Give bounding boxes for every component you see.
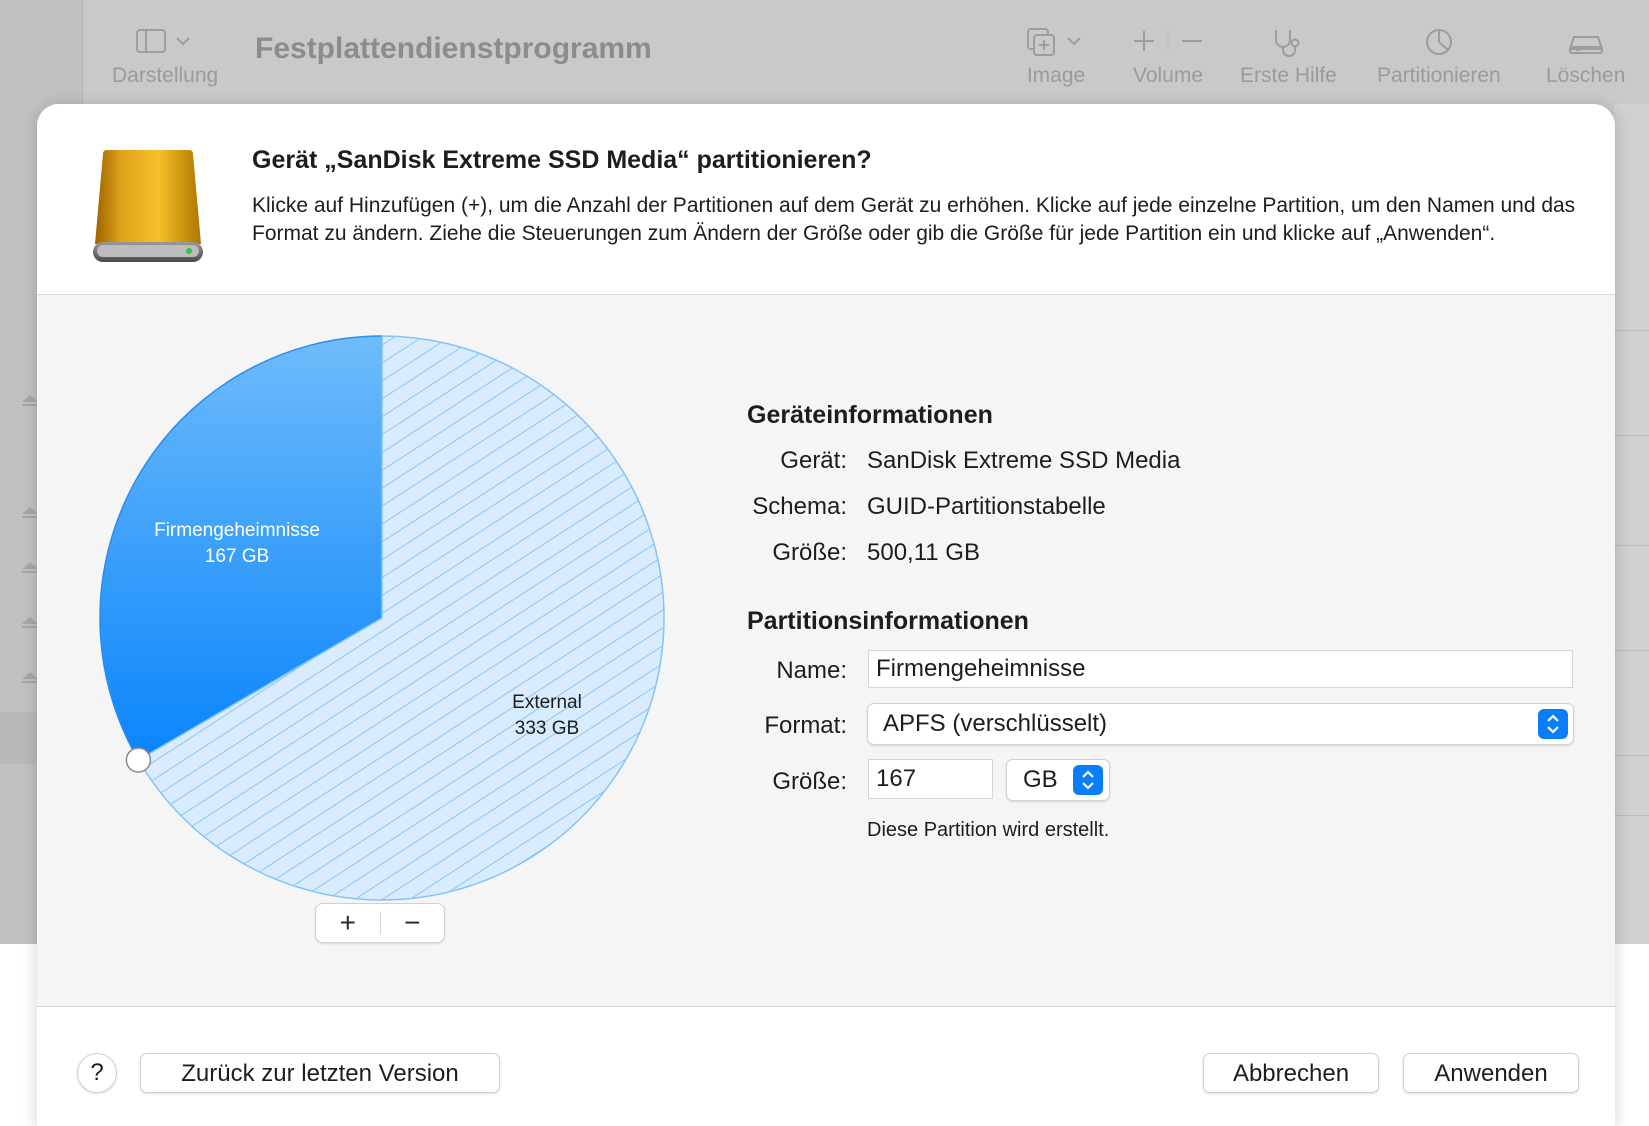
resize-handle[interactable] [125,747,152,773]
toolbar-partition-label: Partitionieren [1377,64,1501,87]
add-partition-button[interactable]: + [316,904,380,942]
window-title: Festplattendienstprogramm [255,32,652,65]
toolbar-partition-button[interactable]: Partitionieren [1377,20,1501,88]
partition-name: External [512,692,582,713]
toolbar-erase-label: Löschen [1546,64,1626,87]
device-label: Gerät: [780,447,847,474]
image-icon [1024,20,1088,64]
stethoscope-icon [1268,20,1308,64]
device-info-heading: Geräteinformationen [747,401,993,429]
apply-button[interactable]: Anwenden [1403,1053,1579,1093]
pie-chart-icon [1419,20,1459,64]
pie-svg[interactable] [97,333,667,903]
partition-status-note: Diese Partition wird erstellt. [867,819,1110,841]
partition-pie-chart[interactable]: Firmengeheimnisse 167 GB External 333 GB [97,333,667,903]
partition-size: 333 GB [514,718,580,739]
toolbar-volume-label: Volume [1132,64,1204,87]
add-remove-partition-control: + − [315,903,445,943]
background-content [1614,104,1649,944]
help-button[interactable]: ? [77,1053,117,1093]
eject-icon[interactable] [22,507,38,518]
divider [1614,815,1649,816]
scheme-value: GUID-Partitionstabelle [867,493,1106,520]
toolbar-view-button[interactable]: Darstellung [112,20,218,88]
name-label: Name: [776,657,847,684]
dialog-footer: ? Zurück zur letzten Version Abbrechen A… [37,1007,1615,1126]
popup-arrows-icon [1073,765,1103,795]
divider [1614,545,1649,546]
toolbar-image-button[interactable]: Image [1024,20,1088,88]
eject-icon[interactable] [22,672,38,683]
sidebar-toggle-icon [133,20,197,64]
eject-icon[interactable] [22,562,38,573]
dialog-title: Gerät „SanDisk Extreme SSD Media“ partit… [252,146,872,174]
divider [1614,755,1649,756]
device-value: SanDisk Extreme SSD Media [867,447,1181,474]
erase-icon [1564,20,1608,64]
scheme-label: Schema: [752,493,847,520]
eject-icon[interactable] [22,395,38,406]
partition-size-field[interactable]: 167 [868,759,993,799]
remove-partition-button[interactable]: − [381,904,445,942]
revert-button[interactable]: Zurück zur letzten Version [140,1053,500,1093]
device-size-label: Größe: [772,539,847,566]
cancel-button[interactable]: Abbrechen [1203,1053,1379,1093]
eject-icon[interactable] [22,617,38,628]
unit-value: GB [1023,766,1058,793]
size-label: Größe: [772,768,847,795]
unit-popup[interactable]: GB [1006,759,1110,801]
partition-label-selected: Firmengeheimnisse 167 GB [137,518,337,570]
popup-arrows-icon [1538,709,1568,739]
toolbar-volume-button[interactable]: Volume [1130,20,1206,88]
divider [1614,650,1649,651]
toolbar-image-label: Image [1026,64,1086,87]
partition-info-heading: Partitionsinformationen [747,607,1029,635]
toolbar-first-aid-label: Erste Hilfe [1240,64,1337,87]
dialog-body: Firmengeheimnisse 167 GB External 333 GB… [37,295,1615,1007]
add-remove-volume-icon [1130,20,1206,64]
partition-dialog: Gerät „SanDisk Extreme SSD Media“ partit… [37,104,1615,1126]
partition-name: Firmengeheimnisse [154,520,320,541]
external-drive-icon [87,148,209,270]
format-popup[interactable]: APFS (verschlüsselt) [867,703,1574,745]
dialog-description: Klicke auf Hinzufügen (+), um die Anzahl… [252,194,1576,245]
partition-size: 167 GB [204,546,270,567]
format-value: APFS (verschlüsselt) [883,710,1108,737]
toolbar-view-label: Darstellung [112,64,219,87]
device-size-value: 500,11 GB [867,539,980,566]
format-label: Format: [764,712,847,739]
toolbar-erase-button[interactable]: Löschen [1546,20,1625,88]
dialog-header: Gerät „SanDisk Extreme SSD Media“ partit… [37,104,1615,295]
divider [1614,330,1649,331]
toolbar-first-aid-button[interactable]: Erste Hilfe [1240,20,1337,88]
partition-name-field[interactable]: Firmengeheimnisse [868,650,1573,688]
divider [1614,435,1649,436]
partition-label-free: External 333 GB [487,690,607,742]
